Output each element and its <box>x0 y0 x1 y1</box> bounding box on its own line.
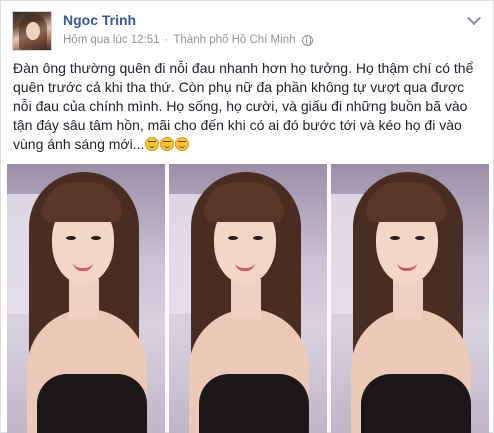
post-photo-1[interactable] <box>7 164 165 433</box>
location-link[interactable]: Thành phố Hồ Chí Minh <box>173 33 295 47</box>
post-subline: Hôm qua lúc 12:51 · Thành phố Hồ Chí Min… <box>63 33 313 47</box>
author-name-link[interactable]: Ngoc Trinh <box>63 11 313 29</box>
post-header: Ngoc Trinh Hôm qua lúc 12:51 · Thành phố… <box>12 11 313 51</box>
post-timestamp-link[interactable]: Hôm qua lúc 12:51 <box>63 33 160 47</box>
photo-grid <box>7 164 489 433</box>
post-text: Đàn ông thường quên đi nỗi đau nhanh hơn… <box>13 59 483 154</box>
separator: · <box>164 34 169 46</box>
author-avatar[interactable] <box>12 11 52 51</box>
facebook-post: Ngoc Trinh Hôm qua lúc 12:51 · Thành phố… <box>0 0 494 433</box>
smiling-face-icon <box>160 137 175 151</box>
smiling-face-icon <box>145 137 160 151</box>
globe-icon[interactable] <box>301 34 313 46</box>
smiling-face-icon <box>175 137 190 151</box>
post-photo-3[interactable] <box>331 164 489 433</box>
post-meta: Ngoc Trinh Hôm qua lúc 12:51 · Thành phố… <box>63 11 313 47</box>
chevron-down-icon[interactable] <box>466 10 482 26</box>
post-photo-2[interactable] <box>169 164 327 433</box>
post-text-content: Đàn ông thường quên đi nỗi đau nhanh hơn… <box>13 60 474 152</box>
